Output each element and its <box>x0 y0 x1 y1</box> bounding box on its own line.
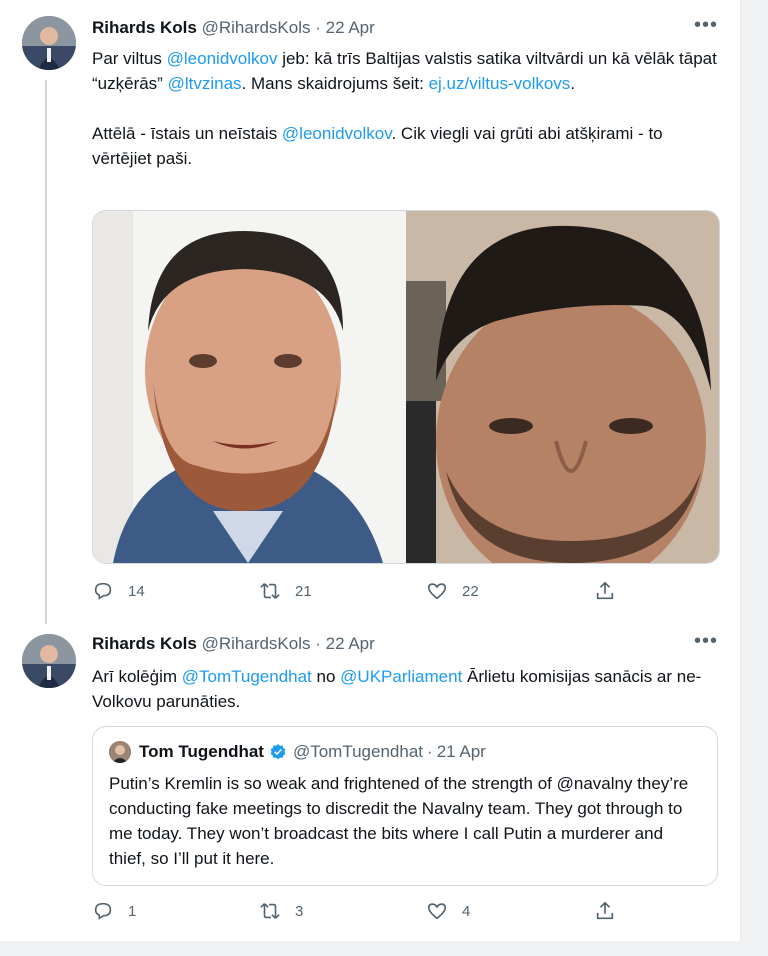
tweet-media-image[interactable] <box>92 210 720 564</box>
separator: · <box>315 18 321 37</box>
reply-count: 1 <box>128 902 137 920</box>
share-button[interactable] <box>594 580 630 602</box>
retweet-icon <box>260 583 280 599</box>
tweet-actions: 1 3 4 <box>92 900 622 922</box>
tweet-date[interactable]: 22 Apr <box>326 634 375 653</box>
mention-link[interactable]: @TomTugendhat <box>182 667 312 686</box>
more-options-button[interactable]: ••• <box>694 14 718 37</box>
separator: · <box>315 634 321 653</box>
text-segment: Par viltus <box>92 49 167 68</box>
share-icon <box>596 901 614 920</box>
retweet-count: 21 <box>295 582 312 600</box>
photo-real-person <box>93 211 406 563</box>
tweet-text: Arī kolēģim @TomTugendhat no @UKParliame… <box>92 664 722 714</box>
quoted-tweet-header: Tom Tugendhat @TomTugendhat · 21 Apr <box>109 741 486 763</box>
like-count: 4 <box>462 902 471 920</box>
like-count: 22 <box>462 582 479 600</box>
quoted-avatar <box>109 741 131 763</box>
reply-count: 14 <box>128 582 145 600</box>
reply-icon <box>94 902 112 920</box>
avatar[interactable] <box>22 16 76 70</box>
mention-link[interactable]: @UKParliament <box>340 667 462 686</box>
reply-button[interactable]: 14 <box>92 580 145 602</box>
timeline: Rihards Kols @RihardsKols · 22 Apr ••• P… <box>0 0 741 941</box>
reply-button[interactable]: 1 <box>92 900 136 922</box>
mention-link[interactable]: @leonidvolkov <box>282 124 392 143</box>
heart-icon <box>427 583 447 600</box>
tweet-actions: 14 21 22 <box>92 580 622 602</box>
share-button[interactable] <box>594 900 630 922</box>
quoted-tweet-text: Putin’s Kremlin is so weak and frightene… <box>109 774 689 868</box>
text-segment: . <box>570 74 576 93</box>
photo-impostor <box>406 211 719 563</box>
retweet-button[interactable]: 3 <box>259 900 303 922</box>
more-options-button[interactable]: ••• <box>694 630 718 653</box>
retweet-icon <box>260 903 280 919</box>
text-segment: no <box>311 667 341 686</box>
quoted-tweet-date: 21 Apr <box>436 742 486 761</box>
reply-icon <box>94 582 112 600</box>
tweet-header: Rihards Kols @RihardsKols · 22 Apr <box>92 634 375 654</box>
tweet-text: Par viltus @leonidvolkov jeb: kā trīs Ba… <box>92 46 722 171</box>
text-segment: . Mans skaidrojums šeit: <box>241 74 429 93</box>
avatar[interactable] <box>22 634 76 688</box>
text-segment: Arī kolēģim <box>92 667 182 686</box>
quoted-author-handle: @TomTugendhat <box>292 742 424 761</box>
like-button[interactable]: 4 <box>426 900 470 922</box>
tweet[interactable]: Rihards Kols @RihardsKols · 22 Apr ••• A… <box>0 620 740 941</box>
like-button[interactable]: 22 <box>426 580 479 602</box>
author-handle[interactable]: @RihardsKols <box>202 18 311 37</box>
heart-icon <box>427 903 447 920</box>
author-handle[interactable]: @RihardsKols <box>202 634 311 653</box>
tweet-header: Rihards Kols @RihardsKols · 22 Apr <box>92 18 375 38</box>
tweet[interactable]: Rihards Kols @RihardsKols · 22 Apr ••• P… <box>0 0 740 620</box>
mention-link[interactable]: @leonidvolkov <box>167 49 278 68</box>
url-link[interactable]: ej.uz/viltus-volkovs <box>429 74 571 93</box>
tweet-date[interactable]: 22 Apr <box>326 18 375 37</box>
quoted-author-name: Tom Tugendhat <box>139 742 264 761</box>
separator: · <box>427 742 433 761</box>
text-segment: Attēlā - īstais un neīstais <box>92 124 282 143</box>
retweet-count: 3 <box>295 902 304 920</box>
retweet-button[interactable]: 21 <box>259 580 312 602</box>
verified-badge-icon <box>270 744 286 760</box>
author-name[interactable]: Rihards Kols <box>92 634 197 653</box>
mention-link[interactable]: @ltvzinas <box>168 74 242 93</box>
author-name[interactable]: Rihards Kols <box>92 18 197 37</box>
quoted-tweet[interactable]: Tom Tugendhat @TomTugendhat · 21 Apr Put… <box>92 726 718 886</box>
share-icon <box>596 581 614 600</box>
